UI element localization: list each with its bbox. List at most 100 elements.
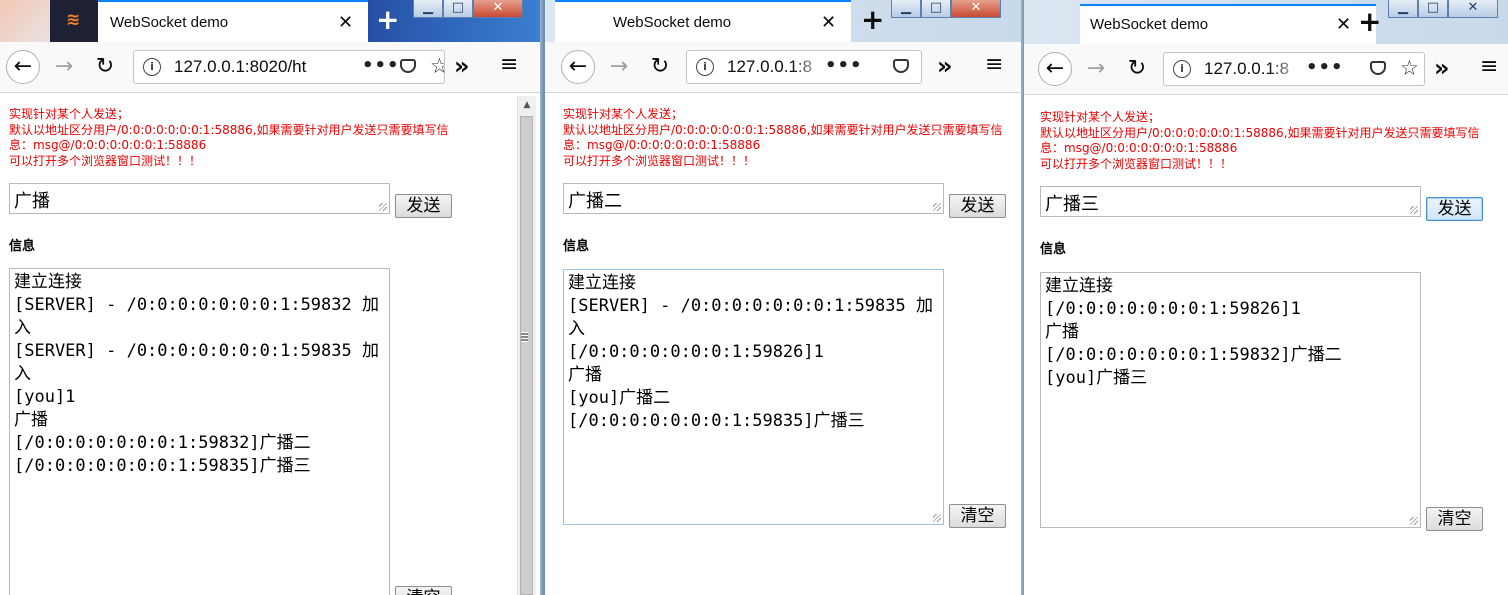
log-line: [/0:0:0:0:0:0:0:1:59832]广播二 [14,433,311,453]
more-actions-icon[interactable]: ••• [1306,57,1344,78]
send-button[interactable]: 发送 [949,194,1006,218]
message-input-value: 广播三 [1045,194,1099,215]
resize-grip-icon[interactable] [1410,517,1418,525]
stackoverflow-tab[interactable]: ≋ [50,0,98,42]
message-input-value: 广播 [14,191,50,212]
message-log[interactable]: 建立连接 [/0:0:0:0:0:0:0:1:59826]1 广播 [/0:0:… [1040,272,1421,528]
hamburger-menu-icon[interactable]: ≡ [1480,54,1498,79]
resize-grip-icon[interactable] [933,203,941,211]
message-log[interactable]: 建立连接 [SERVER] - /0:0:0:0:0:0:0:1:59835 加… [563,269,944,525]
page-content: 实现针对某个人发送； 默认以地址区分用户/0:0:0:0:0:0:0:1:588… [0,93,540,595]
resize-grip-icon[interactable] [1410,206,1418,214]
message-log[interactable]: 建立连接 [SERVER] - /0:0:0:0:0:0:0:1:59832 加… [9,268,390,595]
log-line: 入 [14,318,31,338]
forward-button[interactable]: → [602,50,636,84]
notice-line: 默认以地址区分用户/0:0:0:0:0:0:0:1:58886,如果需要针对用户… [9,122,449,137]
back-button[interactable]: ← [1038,52,1072,86]
bookmark-star-icon[interactable]: ☆ [1400,56,1419,80]
new-tab-button[interactable]: + [1358,8,1381,36]
message-input[interactable]: 广播 [9,183,390,214]
log-line: 广播 [568,365,602,385]
app-thumbnail [0,0,50,42]
notice-line: 实现针对某个人发送； [1040,110,1161,124]
url-bar[interactable]: i 127.0.0.1:8 ••• [686,50,922,84]
info-icon[interactable]: i [1173,60,1191,78]
url-bar[interactable]: i 127.0.0.1:8020/ht ••• ☆ [133,50,445,84]
more-actions-icon[interactable]: ••• [825,55,863,76]
minimize-button[interactable]: ▁ [1388,0,1418,18]
clear-button[interactable]: 清空 [395,586,452,595]
clear-button[interactable]: 清空 [1426,507,1483,531]
reload-button[interactable]: ↻ [643,50,677,84]
close-window-button[interactable]: ✕ [951,0,1001,18]
close-tab-icon[interactable]: ✕ [1336,16,1351,34]
reload-button[interactable]: ↻ [88,50,122,84]
window-controls: ▁ □ ✕ [413,0,523,18]
nav-toolbar: ← → ↻ i 127.0.0.1:8020/ht ••• ☆ » ≡ [0,42,540,93]
maximize-button[interactable]: □ [1418,0,1448,18]
minimize-button[interactable]: ▁ [413,0,443,18]
clear-button[interactable]: 清空 [949,504,1006,528]
log-line: 广播 [1045,322,1079,342]
hamburger-menu-icon[interactable]: ≡ [985,52,1003,77]
scroll-grip [521,332,528,342]
scroll-up-icon[interactable]: ▲ [518,96,536,114]
tab-websocket-demo[interactable]: WebSocket demo ✕ [555,0,851,42]
log-line: [you]广播二 [568,388,671,408]
forward-button[interactable]: → [47,50,81,84]
forward-button[interactable]: → [1079,52,1113,86]
browser-window-3: WebSocket demo ✕ + ▁ □ ✕ ← → ↻ i 127.0.0… [1024,0,1508,595]
overflow-chevron-icon[interactable]: » [1434,54,1449,82]
back-button[interactable]: ← [561,50,595,84]
pocket-icon[interactable] [400,59,416,73]
close-window-button[interactable]: ✕ [473,0,523,18]
log-line: 建立连接 [14,272,82,292]
log-line: [/0:0:0:0:0:0:0:1:59826]1 [568,342,824,362]
notice-line: 息：msg@/0:0:0:0:0:0:0:1:58886 [1040,141,1238,155]
message-input-value: 广播二 [568,191,622,212]
reload-button[interactable]: ↻ [1120,52,1154,86]
url-fade [314,51,354,83]
close-window-button[interactable]: ✕ [1448,0,1498,18]
new-tab-button[interactable]: + [376,6,399,34]
overflow-chevron-icon[interactable]: » [454,52,469,80]
scroll-thumb[interactable] [520,116,533,595]
info-icon[interactable]: i [143,58,161,76]
log-line: 建立连接 [568,273,636,293]
tab-websocket-demo[interactable]: WebSocket demo ✕ [98,0,368,42]
more-actions-icon[interactable]: ••• [362,55,400,76]
send-button[interactable]: 发送 [395,194,452,218]
tab-title: WebSocket demo [110,14,229,31]
notice-text: 实现针对某个人发送； 默认以地址区分用户/0:0:0:0:0:0:0:1:588… [9,107,448,169]
page-scrollbar[interactable]: ▲ [517,96,536,595]
log-line: [you]广播三 [1045,368,1148,388]
maximize-button[interactable]: □ [921,0,951,18]
back-button[interactable]: ← [6,50,40,84]
resize-grip-icon[interactable] [379,203,387,211]
close-tab-icon[interactable]: ✕ [821,14,836,32]
overflow-chevron-icon[interactable]: » [937,52,952,80]
message-input[interactable]: 广播二 [563,183,944,214]
info-icon[interactable]: i [696,58,714,76]
window-controls: ▁ □ ✕ [1388,0,1498,18]
url-bar[interactable]: i 127.0.0.1:8 ••• ☆ [1163,52,1425,86]
maximize-button[interactable]: □ [443,0,473,18]
send-button[interactable]: 发送 [1426,197,1483,221]
log-line: [you]1 [14,387,76,407]
message-input[interactable]: 广播三 [1040,186,1421,217]
minimize-button[interactable]: ▁ [891,0,921,18]
url-fade [1268,53,1308,85]
tab-title: WebSocket demo [1090,16,1209,33]
pocket-icon[interactable] [1370,61,1386,75]
tab-websocket-demo[interactable]: WebSocket demo ✕ [1080,4,1376,44]
browser-window-2: WebSocket demo ✕ + ▁ □ ✕ ← → ↻ i 127.0.0… [545,0,1021,595]
pocket-icon[interactable] [893,59,909,73]
info-label: 信息 [1040,242,1067,257]
new-tab-button[interactable]: + [861,6,884,34]
hamburger-menu-icon[interactable]: ≡ [500,52,518,77]
log-line: [SERVER] - /0:0:0:0:0:0:0:1:59832 加 [14,295,379,315]
close-tab-icon[interactable]: ✕ [338,14,353,32]
bookmark-star-icon[interactable]: ☆ [430,54,444,78]
resize-grip-icon[interactable] [933,514,941,522]
notice-text: 实现针对某个人发送； 默认以地址区分用户/0:0:0:0:0:0:0:1:588… [563,107,1002,169]
